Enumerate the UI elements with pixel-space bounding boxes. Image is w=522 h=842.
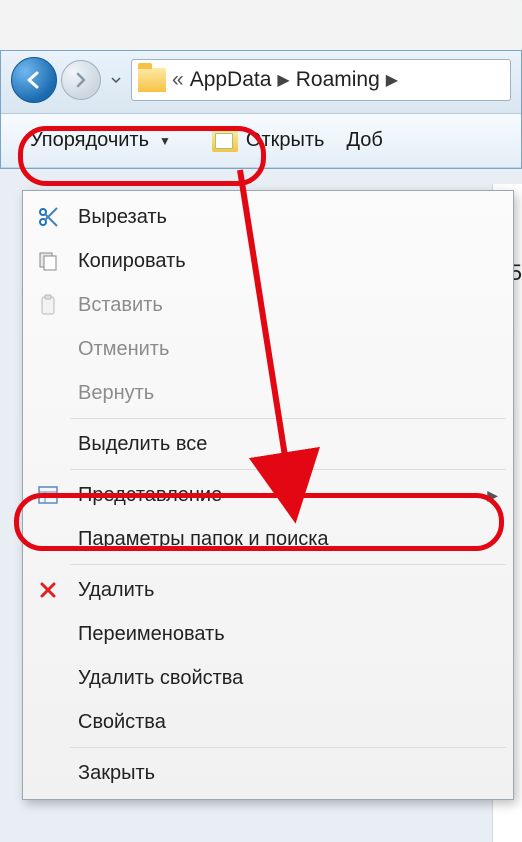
background-blur bbox=[0, 0, 522, 50]
menu-label: Удалить bbox=[78, 579, 498, 602]
breadcrumb-seg-roaming[interactable]: Roaming bbox=[296, 68, 380, 92]
menu-label: Вставить bbox=[78, 294, 498, 317]
menu-label: Отменить bbox=[78, 338, 498, 361]
menu-label: Вырезать bbox=[78, 206, 498, 229]
chevron-down-icon: ▼ bbox=[159, 134, 171, 148]
menu-label: Свойства bbox=[78, 711, 498, 734]
menu-item-select-all[interactable]: Выделить все bbox=[26, 422, 510, 466]
chevron-right-icon[interactable]: ▶ bbox=[277, 70, 289, 90]
layout-icon bbox=[34, 484, 62, 506]
arrow-right-icon bbox=[72, 71, 90, 89]
menu-label: Переименовать bbox=[78, 623, 498, 646]
menu-label: Выделить все bbox=[78, 433, 498, 456]
breadcrumb-seg-appdata[interactable]: AppData bbox=[190, 68, 272, 92]
address-bar[interactable]: « AppData ▶ Roaming ▶ bbox=[131, 59, 511, 101]
menu-separator bbox=[70, 564, 506, 565]
menu-item-redo: Вернуть bbox=[26, 371, 510, 415]
organize-label: Упорядочить bbox=[30, 129, 149, 152]
menu-item-folder-options[interactable]: Параметры папок и поиска bbox=[26, 517, 510, 561]
menu-separator bbox=[70, 469, 506, 470]
menu-label: Представление bbox=[78, 484, 471, 507]
forward-button[interactable] bbox=[61, 60, 101, 100]
menu-item-remove-properties[interactable]: Удалить свойства bbox=[26, 656, 510, 700]
breadcrumb[interactable]: « AppData ▶ Roaming ▶ bbox=[172, 68, 398, 92]
open-label: Открыть bbox=[246, 129, 325, 152]
menu-label: Копировать bbox=[78, 250, 498, 273]
menu-item-copy[interactable]: Копировать bbox=[26, 239, 510, 283]
add-label: Доб bbox=[346, 129, 382, 151]
menu-label: Параметры папок и поиска bbox=[78, 528, 498, 551]
breadcrumb-prefix: « bbox=[172, 68, 184, 92]
nav-bar: « AppData ▶ Roaming ▶ bbox=[1, 51, 521, 114]
menu-item-layout[interactable]: Представление ▶ bbox=[26, 473, 510, 517]
folder-icon bbox=[138, 68, 166, 92]
clipboard-icon bbox=[34, 294, 62, 316]
menu-label: Удалить свойства bbox=[78, 667, 498, 690]
menu-separator bbox=[70, 747, 506, 748]
menu-item-rename[interactable]: Переименовать bbox=[26, 612, 510, 656]
toolbar: Упорядочить ▼ Открыть Доб bbox=[1, 114, 521, 168]
arrow-left-icon bbox=[23, 69, 45, 91]
nav-history-dropdown[interactable] bbox=[107, 60, 125, 100]
open-folder-icon bbox=[212, 130, 238, 152]
scissors-icon bbox=[34, 206, 62, 228]
add-button-partial[interactable]: Доб bbox=[346, 129, 382, 152]
menu-item-undo: Отменить bbox=[26, 327, 510, 371]
menu-separator bbox=[70, 418, 506, 419]
menu-label: Закрыть bbox=[78, 762, 498, 785]
menu-label: Вернуть bbox=[78, 382, 498, 405]
open-button[interactable]: Открыть bbox=[204, 125, 333, 156]
submenu-arrow-icon: ▶ bbox=[487, 487, 498, 504]
organize-dropdown-menu: Вырезать Копировать Вставить Отменить Ве… bbox=[22, 190, 514, 800]
back-button[interactable] bbox=[11, 57, 57, 103]
explorer-window: « AppData ▶ Roaming ▶ Упорядочить ▼ Откр… bbox=[0, 50, 522, 169]
menu-item-properties[interactable]: Свойства bbox=[26, 700, 510, 744]
menu-item-paste: Вставить bbox=[26, 283, 510, 327]
chevron-down-icon bbox=[110, 74, 122, 86]
chevron-right-icon[interactable]: ▶ bbox=[386, 70, 398, 90]
copy-icon bbox=[34, 250, 62, 272]
organize-button[interactable]: Упорядочить ▼ bbox=[11, 121, 190, 161]
delete-icon bbox=[34, 580, 62, 600]
menu-item-delete[interactable]: Удалить bbox=[26, 568, 510, 612]
menu-item-close[interactable]: Закрыть bbox=[26, 751, 510, 795]
menu-item-cut[interactable]: Вырезать bbox=[26, 195, 510, 239]
